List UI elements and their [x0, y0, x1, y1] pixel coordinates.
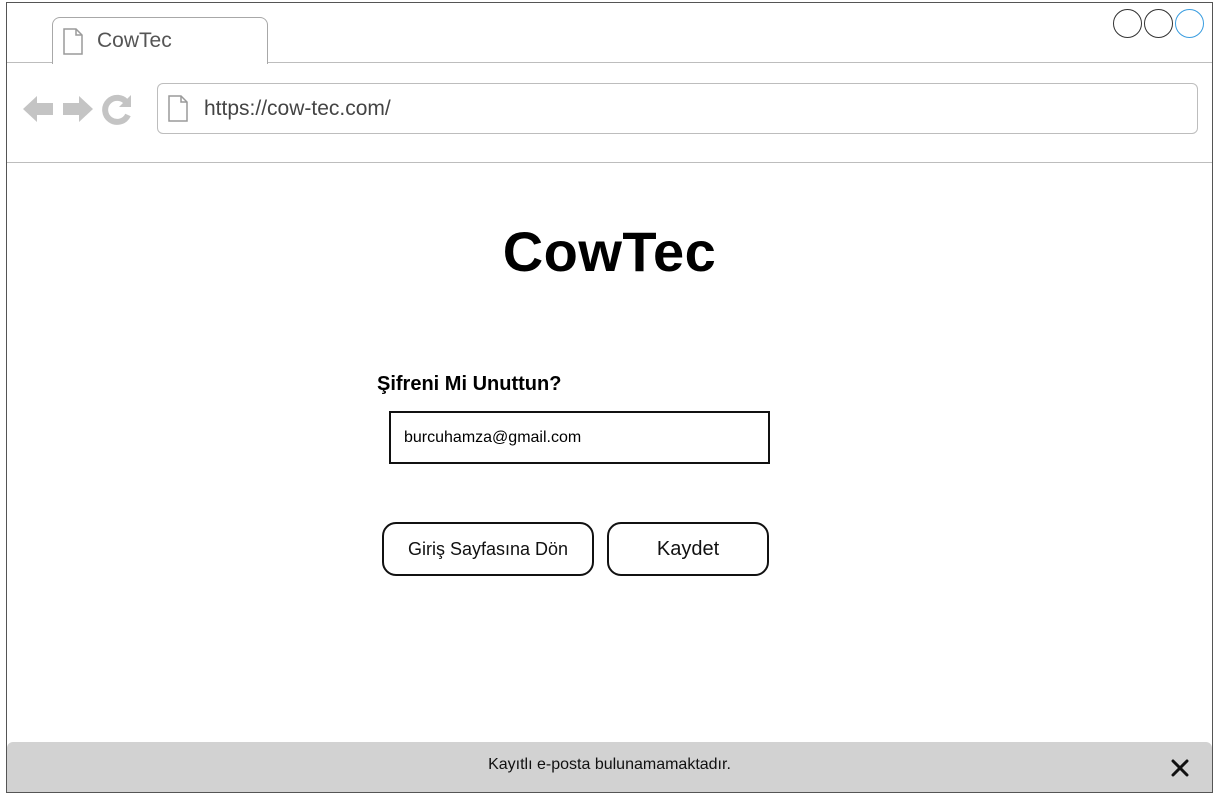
window-controls [1113, 9, 1204, 38]
page-icon [63, 27, 83, 55]
window-control-circle-1[interactable] [1113, 9, 1142, 38]
tab-bar: CowTec [7, 3, 1212, 64]
reload-icon[interactable] [101, 93, 133, 125]
url-text: https://cow-tec.com/ [204, 96, 391, 120]
browser-tab[interactable]: CowTec [52, 17, 268, 64]
close-icon[interactable] [1170, 758, 1190, 778]
page-content: CowTec Şifreni Mi Unuttun? Giriş Sayfası… [7, 164, 1212, 793]
window-control-circle-2[interactable] [1144, 9, 1173, 38]
forward-arrow-icon[interactable] [61, 93, 95, 125]
tab-title: CowTec [97, 29, 172, 52]
app-title: CowTec [502, 220, 717, 283]
page-icon [168, 95, 188, 122]
email-field[interactable] [389, 411, 770, 464]
navigation-bar: https://cow-tec.com/ [7, 63, 1212, 163]
toast-message: Kayıtlı e-posta bulunamamaktadır. [488, 756, 731, 773]
address-bar[interactable]: https://cow-tec.com/ [157, 83, 1198, 134]
back-to-login-button[interactable]: Giriş Sayfasına Dön [382, 522, 594, 576]
save-button[interactable]: Kaydet [607, 522, 769, 576]
window-control-circle-3[interactable] [1175, 9, 1204, 38]
notification-toast: Kayıtlı e-posta bulunamamaktadır. [7, 742, 1212, 792]
nav-buttons [21, 93, 133, 125]
back-arrow-icon[interactable] [21, 93, 55, 125]
form-heading: Şifreni Mi Unuttun? [377, 373, 562, 395]
browser-window: CowTec https://cow-tec.com/ CowTec Şifre… [6, 2, 1213, 793]
